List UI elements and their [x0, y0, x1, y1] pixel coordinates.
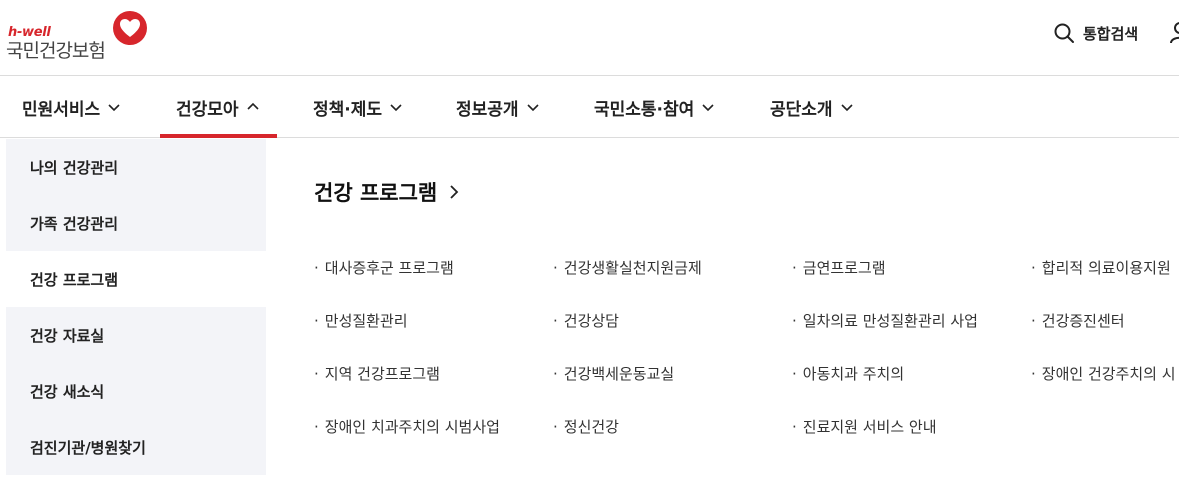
gnb-item-label: 공단소개 — [770, 99, 833, 120]
chevron-down-icon — [526, 104, 539, 112]
program-link[interactable]: 대사증후군 프로그램 — [314, 257, 454, 278]
site-header: h-well 국민건강보험 통합검색 — [0, 0, 1179, 76]
submenu-content: 건강 프로그램 대사증후군 프로그램 만성질환관리 지역 건강프로그램 장애인 … — [314, 139, 1179, 483]
heart-logo-icon — [113, 11, 147, 45]
sidebar-item-find-hospital[interactable]: 검진기관/병원찾기 — [6, 419, 266, 475]
program-link[interactable]: 진료지원 서비스 안내 — [792, 416, 937, 437]
program-link[interactable]: 건강상담 — [553, 310, 619, 331]
chevron-up-icon — [246, 102, 259, 110]
program-link[interactable]: 아동치과 주치의 — [792, 363, 904, 384]
sidebar-item-family-health[interactable]: 가족 건강관리 — [6, 195, 266, 251]
gnb-item-about[interactable]: 공단소개 — [770, 77, 853, 137]
logo-korean-text: 국민건강보험 — [6, 40, 106, 62]
integrated-search-button[interactable]: 통합검색 — [1053, 22, 1138, 44]
gnb-item-public-info[interactable]: 정보공개 — [456, 77, 539, 137]
chevron-right-icon — [450, 185, 459, 199]
program-link[interactable]: 금연프로그램 — [792, 257, 886, 278]
chevron-down-icon — [702, 104, 714, 112]
sidebar-item-my-health[interactable]: 나의 건강관리 — [6, 139, 266, 195]
gnb-item-health-moa[interactable]: 건강모아 — [160, 77, 277, 138]
program-link[interactable]: 장애인 건강주치의 시 — [1031, 363, 1176, 384]
user-icon[interactable] — [1169, 20, 1179, 44]
gnb-item-communication[interactable]: 국민소통·참여 — [594, 77, 714, 137]
program-link[interactable]: 정신건강 — [553, 416, 619, 437]
program-link[interactable]: 만성질환관리 — [314, 310, 408, 331]
sidebar-item-health-library[interactable]: 건강 자료실 — [6, 307, 266, 363]
gnb-item-policy[interactable]: 정책·제도 — [313, 77, 402, 137]
chevron-down-icon — [840, 104, 853, 112]
program-link[interactable]: 건강백세운동교실 — [553, 363, 674, 384]
section-title-link[interactable]: 건강 프로그램 — [314, 177, 459, 207]
gnb-item-label: 정책·제도 — [313, 99, 383, 120]
submenu-sidebar: 나의 건강관리 가족 건강관리 건강 프로그램 건강 자료실 건강 새소식 검진… — [6, 139, 266, 483]
program-link[interactable]: 건강증진센터 — [1031, 310, 1125, 331]
chevron-down-icon — [108, 104, 120, 112]
program-link[interactable]: 지역 건강프로그램 — [314, 363, 440, 384]
site-logo[interactable]: h-well 국민건강보험 — [6, 10, 156, 62]
global-navigation: 민원서비스 건강모아 정책·제도 정보공개 국민소통·참여 공단소개 — [0, 77, 1179, 138]
gnb-item-label: 국민소통·참여 — [594, 99, 695, 120]
section-title: 건강 프로그램 — [314, 181, 438, 205]
search-label: 통합검색 — [1083, 24, 1139, 43]
gnb-item-label: 정보공개 — [456, 99, 519, 120]
program-link[interactable]: 합리적 의료이용지원 — [1031, 257, 1171, 278]
chevron-down-icon — [390, 104, 402, 112]
gnb-item-label: 민원서비스 — [22, 99, 101, 120]
search-icon — [1054, 23, 1074, 43]
sidebar-item-health-news[interactable]: 건강 새소식 — [6, 363, 266, 419]
gnb-item-civil-service[interactable]: 민원서비스 — [22, 77, 120, 137]
program-link[interactable]: 장애인 치과주치의 시범사업 — [314, 416, 500, 437]
program-link[interactable]: 일차의료 만성질환관리 사업 — [792, 310, 978, 331]
sidebar-item-health-program[interactable]: 건강 프로그램 — [6, 251, 266, 307]
gnb-item-label: 건강모아 — [176, 99, 239, 120]
program-link[interactable]: 건강생활실천지원금제 — [553, 257, 702, 278]
